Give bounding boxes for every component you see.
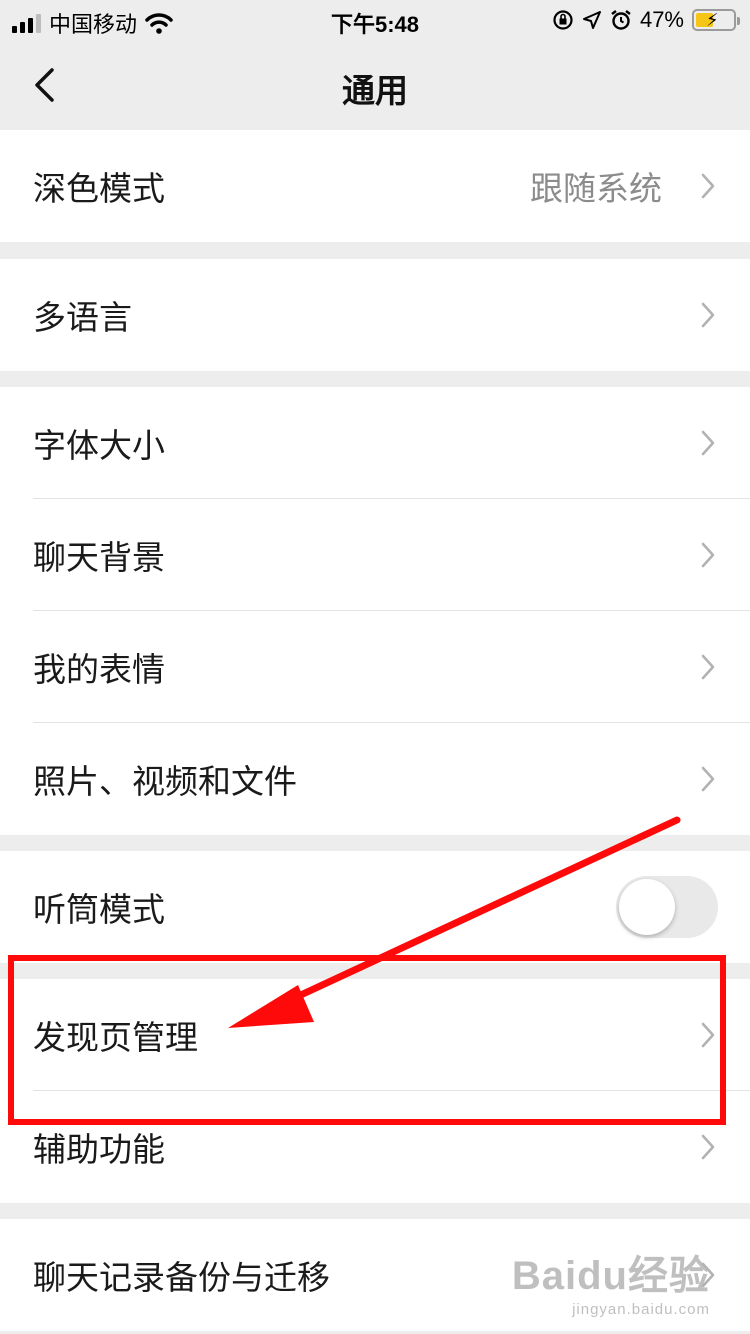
chevron-right-icon [701, 766, 715, 792]
settings-item-label: 字体大小 [33, 426, 165, 465]
watermark: Baidu经验 jingyan.baidu.com [512, 1243, 710, 1318]
chevron-right-icon [701, 302, 715, 328]
battery-percent: 47% [639, 7, 684, 32]
settings-item-earpiece-mode: 听筒模式 [0, 851, 750, 963]
watermark-logo: Baidu经验 [511, 1254, 710, 1298]
settings-item-label: 听筒模式 [33, 890, 165, 929]
settings-item-label: 发现页管理 [33, 1018, 198, 1057]
settings-item-dark-mode[interactable]: 深色模式 跟随系统 [0, 130, 750, 242]
settings-item-chat-background[interactable]: 聊天背景 [0, 499, 750, 611]
earpiece-mode-toggle[interactable] [616, 876, 718, 938]
settings-group-features: 发现页管理 辅助功能 [0, 979, 750, 1203]
settings-item-my-stickers[interactable]: 我的表情 [0, 611, 750, 723]
settings-item-label: 深色模式 [33, 169, 165, 208]
settings-group-earpiece: 听筒模式 [0, 851, 750, 963]
settings-group-chat: 字体大小 聊天背景 我的表情 照片、视频和文件 [0, 387, 750, 835]
settings-item-language[interactable]: 多语言 [0, 259, 750, 371]
chevron-right-icon [701, 430, 715, 456]
settings-group-language: 多语言 [0, 259, 750, 371]
settings-item-label: 照片、视频和文件 [33, 762, 297, 801]
orientation-lock-icon [553, 10, 573, 30]
alarm-icon [611, 10, 631, 30]
settings-item-label: 聊天背景 [33, 538, 165, 577]
watermark-url: jingyan.baidu.com [572, 1301, 710, 1318]
settings-item-label: 多语言 [33, 298, 132, 337]
location-icon [582, 11, 601, 29]
chevron-right-icon [701, 654, 715, 680]
page-title: 通用 [342, 71, 408, 110]
charging-bolt-icon: ⚡ [706, 10, 719, 30]
nav-bar: 通用 [0, 40, 750, 130]
status-bar-right: 47% ⚡ [552, 7, 740, 33]
settings-item-font-size[interactable]: 字体大小 [0, 387, 750, 499]
chevron-right-icon [701, 1022, 715, 1048]
settings-item-media-files[interactable]: 照片、视频和文件 [0, 723, 750, 835]
settings-item-label: 辅助功能 [33, 1130, 165, 1169]
toggle-knob [619, 879, 675, 935]
settings-item-accessibility[interactable]: 辅助功能 [0, 1091, 750, 1203]
battery-icon: ⚡ [692, 9, 740, 31]
settings-item-discover-manage[interactable]: 发现页管理 [0, 979, 750, 1091]
settings-group-display: 深色模式 跟随系统 [0, 130, 750, 242]
settings-item-value: 跟随系统 [530, 169, 662, 208]
settings-item-label: 我的表情 [33, 650, 165, 689]
settings-item-label: 聊天记录备份与迁移 [33, 1258, 330, 1297]
chevron-right-icon [701, 542, 715, 568]
chevron-right-icon [701, 173, 715, 199]
status-bar: 中国移动 下午5:48 47% ⚡ [0, 0, 750, 40]
chevron-right-icon [701, 1134, 715, 1160]
